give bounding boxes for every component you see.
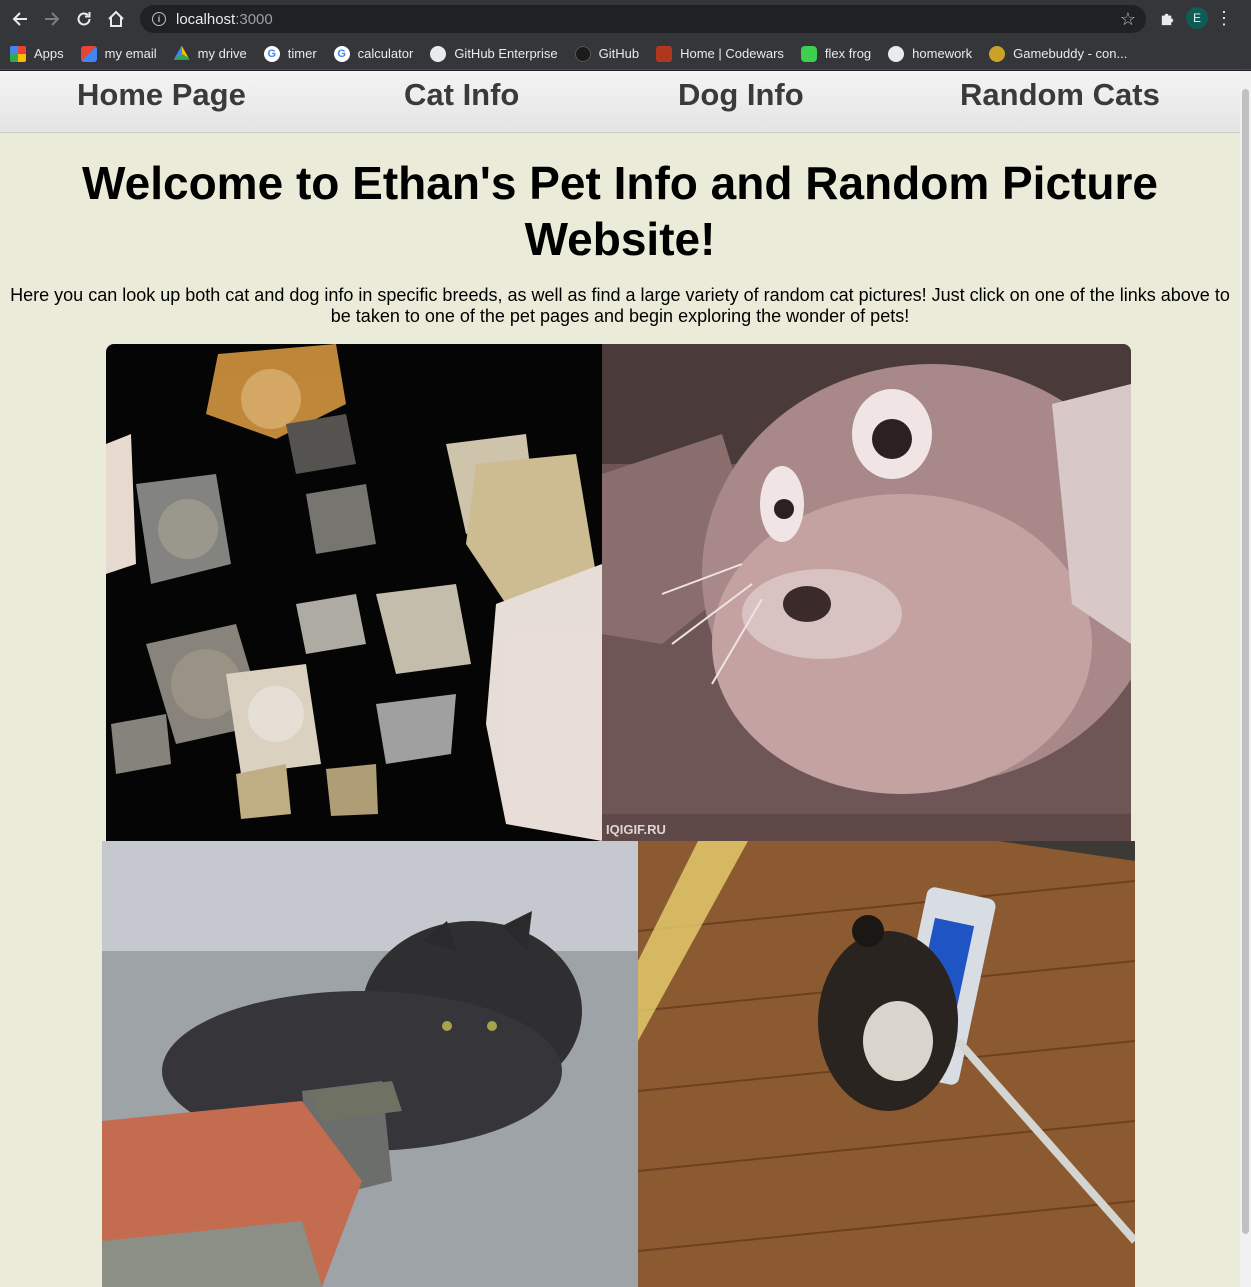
browser-toolbar: i localhost:3000 ☆ E ⋮ [0,0,1251,38]
gamebuddy-icon [989,45,1006,62]
site-info-icon[interactable]: i [152,12,166,26]
gmail-icon [80,45,97,62]
bookmark-calculator[interactable]: Gcalculator [333,45,413,62]
codewars-icon [656,45,673,62]
intro-paragraph: Here you can look up both cat and dog in… [10,285,1230,326]
profile-avatar[interactable]: E [1186,7,1208,29]
gif-watermark: IQIGIF.RU [606,822,666,837]
forward-arrow-icon[interactable] [36,3,68,35]
bookmark-flex-frog[interactable]: flex frog [800,45,871,62]
frog-icon [800,45,817,62]
url-host: localhost [176,10,236,28]
google-icon: G [263,45,280,62]
nav-link-home-page[interactable]: Home Page [77,77,246,113]
apps-grid-icon [10,45,26,62]
surprised-cat-gif: IQIGIF.RU [602,344,1131,841]
bookmark-codewars[interactable]: Home | Codewars [656,45,784,62]
google-icon: G [333,45,350,62]
reload-icon[interactable] [68,3,100,35]
github-icon [888,45,905,62]
bookmark-timer[interactable]: Gtimer [263,45,317,62]
bookmark-my-email[interactable]: my email [80,45,157,62]
bookmark-github-enterprise[interactable]: GitHub Enterprise [430,45,558,62]
page-scrollbar[interactable] [1240,71,1251,1287]
nav-link-random-cats[interactable]: Random Cats [960,77,1160,113]
address-bar[interactable]: i localhost:3000 ☆ [140,5,1146,33]
bookmark-my-drive[interactable]: my drive [173,45,247,62]
page-viewport: Home Page Cat Info Dog Info Random Cats … [0,71,1240,1287]
bookmark-apps[interactable]: Apps [10,45,64,62]
site-navbar: Home Page Cat Info Dog Info Random Cats [0,71,1240,133]
bookmark-homework[interactable]: homework [888,45,972,62]
github-icon [574,45,591,62]
extensions-puzzle-icon[interactable] [1154,5,1180,31]
back-arrow-icon[interactable] [4,3,36,35]
nav-link-dog-info[interactable]: Dog Info [678,77,804,113]
kitten-with-money-gif [102,841,638,1287]
url-port: :3000 [235,10,273,28]
scrollbar-thumb[interactable] [1242,89,1249,1234]
nav-link-cat-info[interactable]: Cat Info [404,77,519,113]
bookmarks-bar: Apps my email my drive Gtimer Gcalculato… [0,38,1251,70]
home-icon[interactable] [100,3,132,35]
bookmark-star-icon[interactable]: ☆ [1120,10,1136,28]
bookmark-github[interactable]: GitHub [574,45,639,62]
bookmark-gamebuddy[interactable]: Gamebuddy - con... [989,45,1127,62]
github-icon [430,45,447,62]
google-drive-icon [173,45,190,60]
kebab-menu-icon[interactable]: ⋮ [1214,9,1234,27]
floating-cat-faces-gif [106,344,602,841]
cat-on-mop-gif [638,841,1135,1287]
page-title: Welcome to Ethan's Pet Info and Random P… [82,157,1158,265]
